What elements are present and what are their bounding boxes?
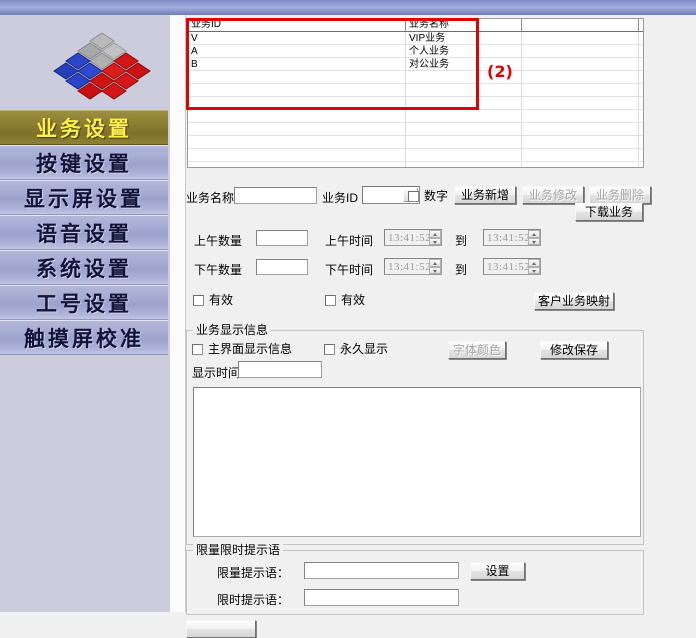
font-color-button[interactable]: 字体颜色 (448, 341, 506, 359)
delete-business-button[interactable]: 业务删除 (589, 186, 651, 204)
limit-prompt-group-title: 限量限时提示语 (193, 543, 284, 557)
display-info-group-title: 业务显示信息 (193, 323, 272, 337)
pm-time-to-spinner[interactable]: 13:41:52 (483, 258, 541, 275)
sidebar-item-key-settings[interactable]: 按键设置 (0, 145, 168, 180)
sidebar-item-label: 触摸屏校准 (24, 326, 144, 351)
sidebar-item-label: 按键设置 (36, 151, 132, 176)
customer-business-mapping-button[interactable]: 客户业务映射 (534, 292, 614, 310)
table-row-empty[interactable] (188, 162, 643, 167)
grid-column-header-name[interactable]: 业务名称 (406, 19, 522, 31)
table-row[interactable]: A 个人业务 (188, 45, 643, 58)
table-row-empty[interactable] (188, 71, 643, 84)
table-row[interactable]: B 对公业务 (188, 58, 643, 71)
grid-column-header-extra[interactable] (522, 19, 639, 31)
table-row-empty[interactable] (188, 149, 643, 162)
sidebar-menu: 业务设置 按键设置 显示屏设置 语音设置 系统设置 工号设置 触摸屏校准 (0, 110, 168, 355)
sidebar-item-staff-settings[interactable]: 工号设置 (0, 285, 168, 320)
table-row-empty[interactable] (188, 110, 643, 123)
pm-to-label: 到 (455, 263, 468, 277)
add-business-button[interactable]: 业务新增 (454, 186, 516, 204)
grid-column-header-id[interactable]: 业务ID (188, 19, 406, 31)
spinner-arrows-icon[interactable] (429, 230, 441, 245)
annotation-label: (2) (487, 62, 513, 81)
checkbox-box[interactable] (193, 295, 204, 306)
sidebar-item-label: 工号设置 (36, 291, 132, 316)
am-time-to-value: 13:41:52 (487, 232, 531, 244)
sidebar-item-label: 语音设置 (36, 221, 132, 246)
table-row-empty[interactable] (188, 84, 643, 97)
am-to-label: 到 (455, 234, 468, 248)
cube-diamond-logo (53, 32, 151, 100)
pm-valid-label: 有效 (341, 293, 366, 307)
sidebar-item-label: 显示屏设置 (24, 186, 144, 211)
spinner-arrows-icon[interactable] (429, 259, 441, 274)
business-id-label: 业务ID (322, 191, 359, 205)
pm-count-input[interactable] (256, 259, 308, 275)
display-time-input[interactable] (238, 361, 322, 378)
sidebar-item-label: 系统设置 (36, 256, 132, 281)
quantity-prompt-label: 限量提示语： (217, 566, 290, 580)
business-list-grid[interactable]: 业务ID 业务名称 V VIP业务 A 个人业务 B 对公业务 (187, 18, 644, 168)
cell-id: B (188, 58, 406, 70)
am-valid-label: 有效 (209, 293, 234, 307)
sidebar: 业务设置 按键设置 显示屏设置 语音设置 系统设置 工号设置 触摸屏校准 (0, 15, 171, 612)
title-bar-strip (0, 0, 696, 15)
edit-business-button[interactable]: 业务修改 (522, 186, 584, 204)
cell-extra (522, 32, 639, 44)
table-row[interactable]: V VIP业务 (188, 32, 643, 45)
table-row-empty[interactable] (188, 97, 643, 110)
grid-header-row: 业务ID 业务名称 (188, 19, 643, 32)
cell-extra (522, 58, 639, 70)
pm-time-label: 下午时间 (325, 263, 374, 277)
checkbox-box[interactable] (325, 295, 336, 306)
time-prompt-label: 限时提示语： (217, 593, 290, 607)
sidebar-divider (170, 15, 186, 612)
am-time-label: 上午时间 (325, 234, 374, 248)
business-name-label: 业务名称 (186, 191, 235, 205)
am-time-from-value: 13:41:52 (388, 232, 432, 244)
main-panel: 业务ID 业务名称 V VIP业务 A 个人业务 B 对公业务 (2) 业务名称… (186, 15, 696, 638)
display-time-label: 显示时间 (192, 366, 241, 380)
checkbox-box[interactable] (192, 344, 203, 355)
cell-id: A (188, 45, 406, 57)
business-name-input[interactable] (234, 187, 317, 204)
cell-id: V (188, 32, 406, 44)
quantity-prompt-input[interactable] (304, 562, 459, 579)
checkbox-box[interactable] (324, 344, 335, 355)
am-count-input[interactable] (256, 230, 308, 246)
display-content-textarea[interactable] (193, 387, 641, 537)
checkbox-box[interactable] (408, 191, 419, 202)
sidebar-item-system-settings[interactable]: 系统设置 (0, 250, 168, 285)
am-time-to-spinner[interactable]: 13:41:52 (483, 229, 541, 246)
am-time-from-spinner[interactable]: 13:41:52 (384, 229, 442, 246)
pm-time-from-value: 13:41:52 (388, 261, 432, 273)
cell-extra (522, 45, 639, 57)
set-prompt-button[interactable]: 设置 (470, 562, 525, 580)
table-row-empty[interactable] (188, 136, 643, 149)
spinner-arrows-icon[interactable] (528, 259, 540, 274)
sidebar-item-display-settings[interactable]: 显示屏设置 (0, 180, 168, 215)
sidebar-item-touch-calibration[interactable]: 触摸屏校准 (0, 320, 168, 355)
cell-name: 个人业务 (406, 45, 522, 57)
footer-partial-button[interactable] (186, 620, 256, 638)
time-prompt-input[interactable] (304, 589, 459, 606)
pm-time-to-value: 13:41:52 (487, 261, 531, 273)
table-row-empty[interactable] (188, 123, 643, 136)
save-changes-button[interactable]: 修改保存 (540, 341, 608, 359)
number-checkbox-label: 数字 (424, 189, 449, 203)
pm-count-label: 下午数量 (194, 263, 243, 277)
spinner-arrows-icon[interactable] (528, 230, 540, 245)
permanent-display-label: 永久显示 (340, 342, 389, 356)
download-business-button[interactable]: 下载业务 (575, 203, 643, 221)
am-count-label: 上午数量 (194, 234, 243, 248)
main-screen-display-label: 主界面显示信息 (208, 342, 293, 356)
sidebar-item-label: 业务设置 (36, 116, 132, 141)
cell-name: VIP业务 (406, 32, 522, 44)
pm-time-from-spinner[interactable]: 13:41:52 (384, 258, 442, 275)
sidebar-item-business-settings[interactable]: 业务设置 (0, 110, 168, 145)
sidebar-item-voice-settings[interactable]: 语音设置 (0, 215, 168, 250)
